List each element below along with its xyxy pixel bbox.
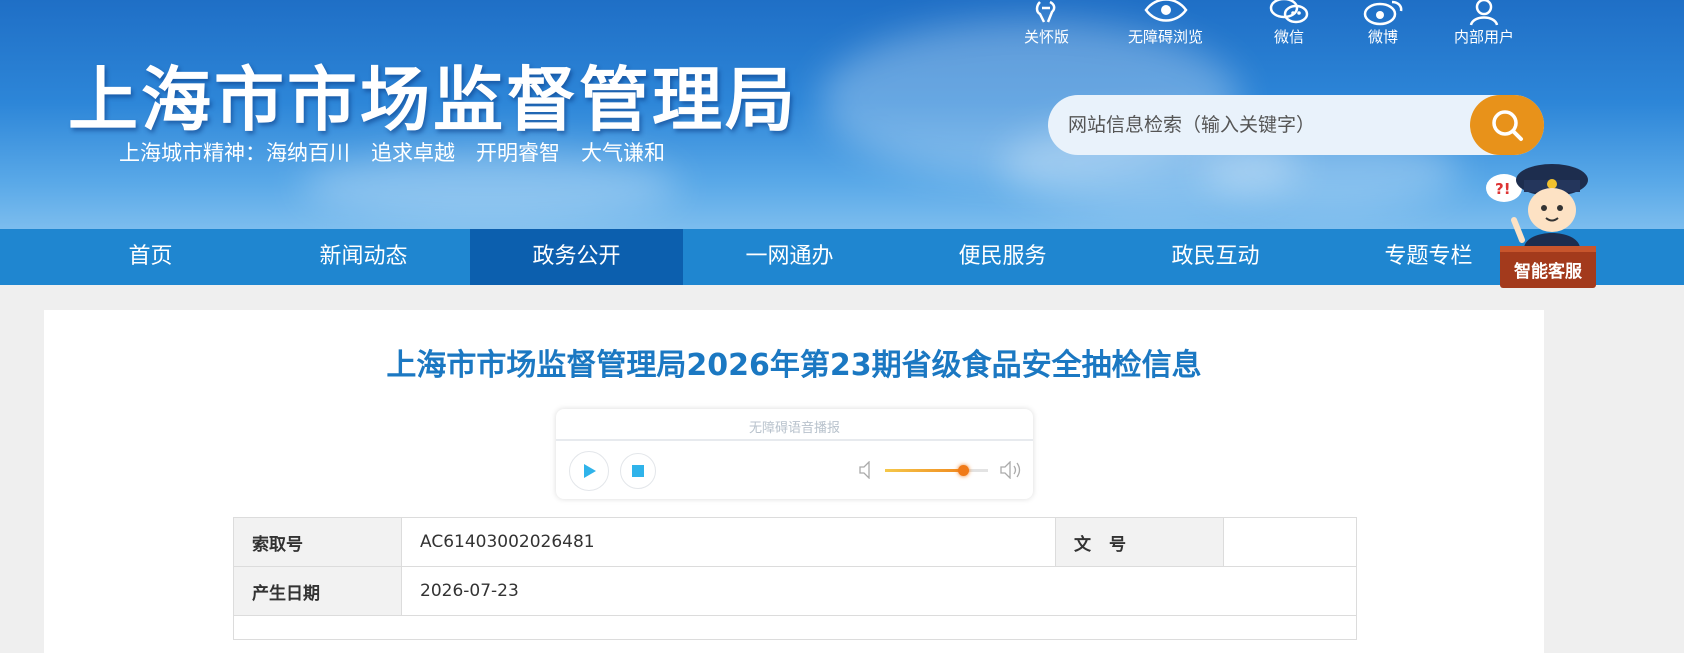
smart-service-mascot[interactable]: ?! 智能客服: [1484, 158, 1609, 291]
site-header: 上海市市场监督管理局 上海城市精神：海纳百川 追求卓越 开明睿智 大气谦和 关怀…: [0, 0, 1684, 229]
volume-low-icon[interactable]: [859, 461, 873, 479]
audio-player: 无障碍语音播报: [556, 409, 1033, 499]
tool-internal-user[interactable]: 内部用户: [1454, 0, 1514, 47]
index-no-value: AC61403002026481: [401, 517, 1056, 567]
tool-label: 关怀版: [1024, 28, 1070, 46]
tool-wechat[interactable]: 微信: [1268, 0, 1310, 47]
site-title[interactable]: 上海市市场监督管理局: [68, 44, 798, 145]
stop-icon: [632, 465, 644, 477]
play-icon: [584, 464, 596, 478]
tool-care-version[interactable]: 关怀版: [1024, 0, 1069, 47]
eye-icon: [1143, 0, 1188, 22]
volume-slider[interactable]: [885, 465, 988, 476]
audio-player-label: 无障碍语音播报: [748, 421, 840, 436]
tool-accessible-browse[interactable]: 无障碍浏览: [1128, 0, 1203, 47]
care-icon: [1035, 0, 1055, 23]
play-button[interactable]: [569, 451, 609, 491]
tool-label: 微博: [1367, 28, 1398, 46]
date-label: 产生日期: [233, 566, 402, 616]
search-icon: [1492, 110, 1523, 141]
article-title: 上海市市场监督管理局2026年第23期省级食品安全抽检信息: [386, 348, 1202, 383]
table-row: [233, 615, 1357, 640]
nav-item-interaction[interactable]: 政民互动: [1109, 229, 1322, 285]
search-button[interactable]: [1470, 95, 1544, 155]
doc-no-value: [1223, 517, 1357, 567]
tool-weibo[interactable]: 微博: [1362, 0, 1404, 47]
svg-text:?!: ?!: [1495, 180, 1511, 198]
volume-high-icon[interactable]: [1000, 461, 1022, 479]
user-icon: [1469, 0, 1499, 26]
volume-knob[interactable]: [958, 465, 970, 476]
weibo-icon: [1363, 0, 1403, 26]
wechat-icon: [1269, 0, 1309, 24]
stop-button[interactable]: [620, 453, 656, 489]
police-mascot-icon: ?! 智能客服: [1486, 164, 1596, 288]
main-nav: 首页 新闻动态 政务公开 一网通办 便民服务 政民互动 专题专栏: [0, 229, 1684, 285]
site-slogan: 上海城市精神：海纳百川 追求卓越 开明睿智 大气谦和: [119, 141, 665, 165]
article-panel: 上海市市场监督管理局2026年第23期省级食品安全抽检信息 无障碍语音播报 索取…: [44, 310, 1544, 653]
nav-item-one-stop-service[interactable]: 一网通办: [683, 229, 896, 285]
doc-no-label: 文号: [1055, 517, 1224, 567]
audio-progress-track[interactable]: [556, 439, 1033, 441]
volume-fill: [885, 469, 964, 472]
tool-label: 微信: [1273, 28, 1304, 46]
table-row: 索取号 AC61403002026481 文号: [233, 517, 1357, 567]
date-value: 2026-07-23: [401, 566, 1357, 616]
article-meta-table: 索取号 AC61403002026481 文号 产生日期 2026-07-23: [233, 517, 1357, 640]
nav-item-public-service[interactable]: 便民服务: [896, 229, 1109, 285]
mascot-label: 智能客服: [1514, 261, 1583, 282]
search-input[interactable]: [1068, 95, 1448, 155]
nav-item-home[interactable]: 首页: [44, 229, 257, 285]
nav-item-government-affairs[interactable]: 政务公开: [470, 229, 683, 285]
site-search: [1048, 95, 1544, 155]
tool-label: 无障碍浏览: [1128, 28, 1204, 46]
tool-label: 内部用户: [1454, 28, 1515, 46]
index-no-label: 索取号: [233, 517, 402, 567]
nav-item-news[interactable]: 新闻动态: [257, 229, 470, 285]
empty-cell: [233, 615, 1357, 640]
table-row: 产生日期 2026-07-23: [233, 566, 1357, 616]
